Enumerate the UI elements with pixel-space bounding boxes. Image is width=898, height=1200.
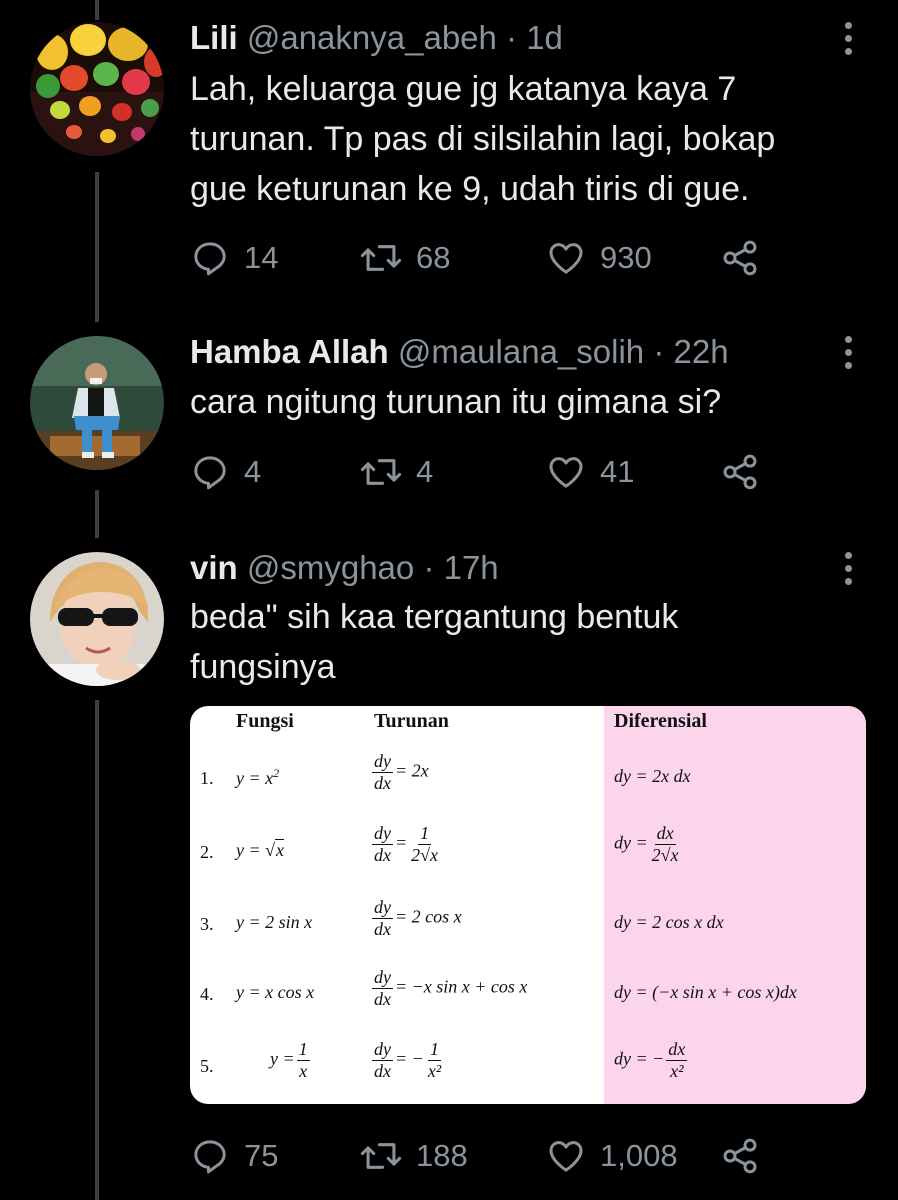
- timestamp[interactable]: · 17h: [423, 549, 498, 586]
- reply-button[interactable]: 14: [190, 236, 278, 280]
- diferensial-cell: dy = 2x dx: [614, 766, 691, 786]
- reply-icon: [194, 456, 226, 490]
- fungsi-cell: y = √x: [236, 839, 285, 860]
- row-number: 4.: [200, 984, 214, 1004]
- turunan-cell: dy dx = −x sin x + cos x: [372, 967, 528, 1009]
- reply-count: 14: [244, 240, 279, 275]
- share-icon: [723, 1138, 757, 1174]
- tweet-header: Hamba Allah @maulana_solih · 22h: [190, 332, 729, 372]
- row-number: 3.: [200, 914, 214, 934]
- display-name[interactable]: Lili: [190, 19, 238, 56]
- turunan-cell: dy dx = 2 cos x: [372, 897, 462, 939]
- tweet-text-line: fungsinya: [190, 648, 336, 686]
- reply-button[interactable]: 75: [190, 1134, 278, 1178]
- handle[interactable]: @anaknya_abeh: [247, 19, 497, 56]
- timestamp[interactable]: · 22h: [653, 333, 728, 370]
- retweet-button[interactable]: 188: [360, 1134, 468, 1178]
- retweet-button[interactable]: 4: [360, 450, 433, 494]
- tweet-header: Lili @anaknya_abeh · 1d: [190, 18, 563, 58]
- fungsi-cell: y = x2: [236, 766, 280, 788]
- share-icon: [723, 240, 757, 276]
- tweet-text: cara ngitung turunan itu gimana si?: [190, 377, 721, 427]
- tweet-text: beda" sih kaa tergantung bentuk fungsiny…: [190, 592, 678, 692]
- retweet-icon: [360, 1143, 402, 1169]
- diferensial-cell: dy = dx 2√x: [614, 823, 679, 865]
- display-name[interactable]: vin: [190, 549, 238, 586]
- like-icon: [549, 1141, 583, 1172]
- tweet-actions: 14 68 930: [190, 236, 790, 280]
- retweet-count: 4: [416, 454, 434, 489]
- tweet-text-line: turunan. Tp pas di silsilahin lagi, boka…: [190, 120, 776, 158]
- turunan-cell: dy dx = 1 2√x: [372, 823, 439, 865]
- tweet[interactable]: Lili @anaknya_abeh · 1d Lah, keluarga gu…: [0, 0, 898, 300]
- tweet-actions: 75 188 1,008: [190, 1134, 790, 1178]
- share-button[interactable]: [720, 1134, 760, 1178]
- retweet-icon: [360, 459, 402, 485]
- diferensial-cell: dy = (−x sin x + cos x)dx: [614, 982, 797, 1002]
- display-name[interactable]: Hamba Allah: [190, 333, 389, 370]
- tweet-text: Lah, keluarga gue jg katanya kaya 7 turu…: [190, 64, 775, 214]
- reply-button[interactable]: 4: [190, 450, 261, 494]
- fungsi-cell: y = x cos x: [236, 982, 315, 1002]
- tweet-header: vin @smyghao · 17h: [190, 548, 499, 588]
- tweet[interactable]: Hamba Allah @maulana_solih · 22h cara ng…: [0, 320, 898, 520]
- tweet-text-line: Lah, keluarga gue jg katanya kaya 7: [190, 70, 737, 108]
- tweet-text-line: gue keturunan ke 9, udah tiris di gue.: [190, 170, 750, 208]
- diferensial-cell: dy = 2 cos x dx: [614, 912, 724, 932]
- reply-count: 4: [244, 454, 262, 489]
- like-button[interactable]: 930: [546, 236, 652, 280]
- more-icon[interactable]: [842, 336, 854, 369]
- avatar[interactable]: [30, 22, 164, 156]
- like-icon: [549, 457, 583, 488]
- retweet-icon: [360, 245, 402, 271]
- diferensial-cell: dy = − dx x²: [614, 1039, 688, 1081]
- attached-image[interactable]: Fungsi Turunan Diferensial 1. y = x2 dy d…: [190, 706, 866, 1104]
- retweet-button[interactable]: 68: [360, 236, 450, 280]
- turunan-cell: dy dx = 2x: [372, 751, 429, 793]
- handle[interactable]: @maulana_solih: [398, 333, 644, 370]
- turunan-cell: dy dx = −1 x²: [372, 1039, 442, 1081]
- header-turunan: Turunan: [374, 710, 449, 732]
- like-count: 41: [600, 454, 635, 489]
- handle[interactable]: @smyghao: [247, 549, 414, 586]
- like-count: 930: [600, 240, 652, 275]
- row-number: 2.: [200, 842, 214, 862]
- fungsi-cell: y = 1 x: [270, 1039, 310, 1081]
- like-icon: [549, 243, 583, 274]
- like-button[interactable]: 1,008: [546, 1134, 678, 1178]
- reply-icon: [194, 1140, 226, 1174]
- retweet-count: 68: [416, 240, 451, 275]
- share-button[interactable]: [720, 236, 760, 280]
- avatar[interactable]: [30, 336, 164, 470]
- row-number: 5.: [200, 1056, 214, 1076]
- tweet-text-line: cara ngitung turunan itu gimana si?: [190, 383, 722, 421]
- like-count: 1,008: [600, 1138, 678, 1173]
- share-button[interactable]: [720, 450, 760, 494]
- retweet-count: 188: [416, 1138, 468, 1173]
- reply-icon: [194, 242, 226, 276]
- fungsi-cell: y = 2 sin x: [236, 912, 313, 932]
- header-diferensial: Diferensial: [614, 710, 707, 732]
- timestamp[interactable]: · 1d: [506, 19, 563, 56]
- share-icon: [723, 454, 757, 490]
- avatar[interactable]: [30, 552, 164, 686]
- reply-count: 75: [244, 1138, 279, 1173]
- more-icon[interactable]: [842, 552, 854, 585]
- tweet-text-line: beda" sih kaa tergantung bentuk: [190, 598, 679, 636]
- like-button[interactable]: 41: [546, 450, 634, 494]
- header-fungsi: Fungsi: [236, 710, 294, 732]
- row-number: 1.: [200, 768, 214, 788]
- tweet-actions: 4 4 41: [190, 450, 790, 494]
- more-icon[interactable]: [842, 22, 854, 55]
